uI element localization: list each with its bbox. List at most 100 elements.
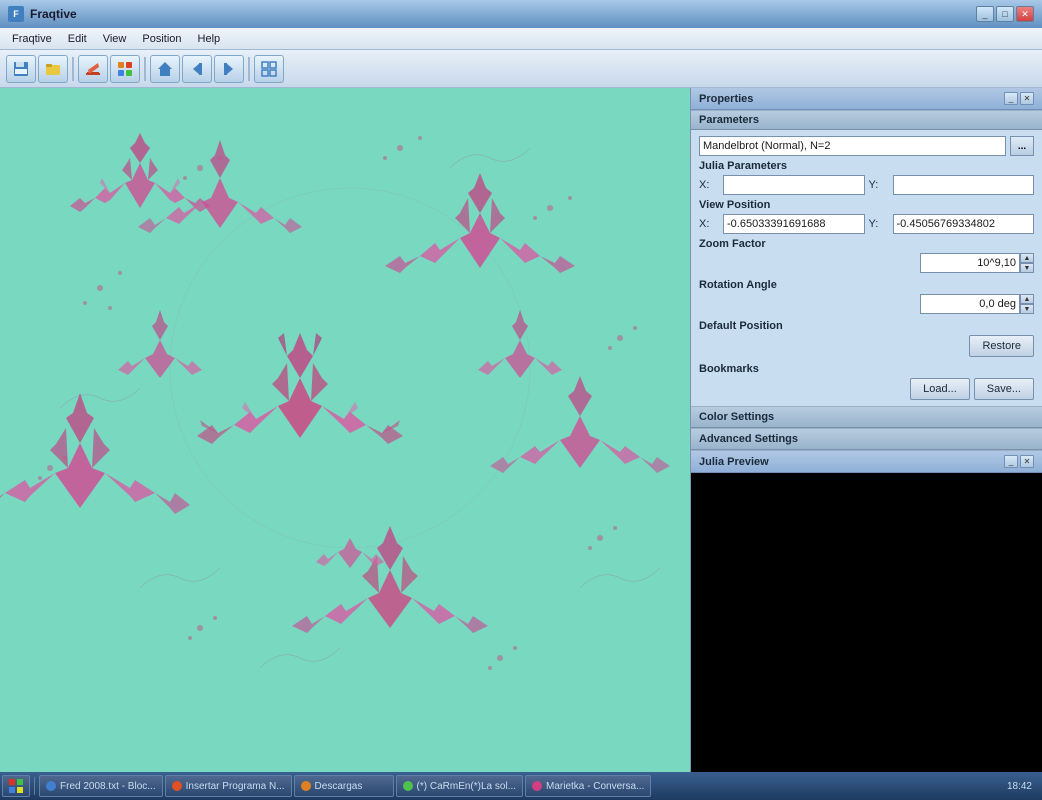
start-button[interactable] xyxy=(2,775,30,797)
app-icon: F xyxy=(8,6,24,22)
julia-x-input[interactable] xyxy=(723,175,865,195)
edit-button[interactable] xyxy=(78,55,108,83)
zoom-row: ▲ ▼ xyxy=(699,253,1034,273)
toolbar-separator-1 xyxy=(72,57,74,81)
taskbar: Fred 2008.txt - Bloc... Insertar Program… xyxy=(0,772,1042,800)
fractal-type-browse-button[interactable]: ... xyxy=(1010,136,1034,156)
taskbar-dot-0 xyxy=(46,781,56,791)
zoom-up-button[interactable]: ▲ xyxy=(1020,253,1034,263)
close-button[interactable]: ✕ xyxy=(1016,6,1034,22)
view-x-input[interactable] xyxy=(723,214,865,234)
forward-button[interactable] xyxy=(214,55,244,83)
right-panel: Properties _ ✕ Parameters ... xyxy=(690,88,1042,780)
properties-content[interactable]: Parameters ... Julia Parameters X: Y: xyxy=(691,110,1042,450)
julia-y-label: Y: xyxy=(869,179,889,191)
bookmarks-label: Bookmarks xyxy=(699,363,1034,375)
back-button[interactable] xyxy=(182,55,212,83)
properties-close-button[interactable]: ✕ xyxy=(1020,92,1034,105)
maximize-button[interactable]: □ xyxy=(996,6,1014,22)
taskbar-clock: 18:42 xyxy=(1007,781,1040,792)
taskbar-item-3[interactable]: (*) CaRmEn(*)La sol... xyxy=(396,775,523,797)
julia-params-label: Julia Parameters xyxy=(699,160,1034,172)
julia-panel: Julia Preview _ ✕ xyxy=(691,450,1042,780)
julia-minimize-button[interactable]: _ xyxy=(1004,455,1018,468)
julia-close-button[interactable]: ✕ xyxy=(1020,455,1034,468)
julia-header: Julia Preview _ ✕ xyxy=(691,450,1042,473)
view-y-label: Y: xyxy=(869,218,889,230)
default-position-row: Restore xyxy=(699,335,1034,357)
taskbar-label-3: (*) CaRmEn(*)La sol... xyxy=(417,781,516,792)
app-title: Fraqtive xyxy=(30,7,970,21)
taskbar-dot-4 xyxy=(532,781,542,791)
zoom-input[interactable] xyxy=(920,253,1020,273)
home-button[interactable] xyxy=(150,55,180,83)
menu-bar: Fraqtive Edit View Position Help xyxy=(0,28,1042,50)
julia-canvas[interactable] xyxy=(691,473,1042,780)
view-position-label: View Position xyxy=(699,199,1034,211)
fractal-image xyxy=(0,88,690,780)
view-position-row: X: Y: xyxy=(699,214,1034,234)
color-button[interactable] xyxy=(110,55,140,83)
menu-edit[interactable]: Edit xyxy=(60,31,95,47)
menu-help[interactable]: Help xyxy=(190,31,229,47)
menu-position[interactable]: Position xyxy=(134,31,189,47)
properties-title: Properties xyxy=(699,93,753,105)
zoom-spinner: ▲ ▼ xyxy=(1020,253,1034,273)
taskbar-label-4: Marietka - Conversa... xyxy=(546,781,644,792)
parameters-section-header[interactable]: Parameters xyxy=(691,110,1042,130)
toolbar-separator-3 xyxy=(248,57,250,81)
load-button[interactable]: Load... xyxy=(910,378,970,400)
taskbar-label-1: Insertar Programa N... xyxy=(186,781,285,792)
rotation-label: Rotation Angle xyxy=(699,279,1034,291)
properties-minimize-button[interactable]: _ xyxy=(1004,92,1018,105)
view-x-label: X: xyxy=(699,218,719,230)
main-area: Properties _ ✕ Parameters ... xyxy=(0,88,1042,780)
minimize-button[interactable]: _ xyxy=(976,6,994,22)
taskbar-item-2[interactable]: Descargas xyxy=(294,775,394,797)
title-bar: F Fraqtive _ □ ✕ xyxy=(0,0,1042,28)
julia-params-row: X: Y: xyxy=(699,175,1034,195)
taskbar-dot-3 xyxy=(403,781,413,791)
parameters-section-content: ... Julia Parameters X: Y: View Position… xyxy=(691,130,1042,406)
window-controls: _ □ ✕ xyxy=(976,6,1034,22)
rotation-row: ▲ ▼ xyxy=(699,294,1034,314)
taskbar-dot-1 xyxy=(172,781,182,791)
taskbar-dot-2 xyxy=(301,781,311,791)
properties-controls: _ ✕ xyxy=(1004,92,1034,105)
restore-button[interactable]: Restore xyxy=(969,335,1034,357)
toolbar xyxy=(0,50,1042,88)
taskbar-separator xyxy=(34,777,35,795)
menu-fraqtive[interactable]: Fraqtive xyxy=(4,31,60,47)
rotation-spinner: ▲ ▼ xyxy=(1020,294,1034,314)
properties-header: Properties _ ✕ xyxy=(691,88,1042,110)
menu-view[interactable]: View xyxy=(95,31,135,47)
taskbar-item-4[interactable]: Marietka - Conversa... xyxy=(525,775,651,797)
advanced-settings-header[interactable]: Advanced Settings xyxy=(691,428,1042,450)
taskbar-label-2: Descargas xyxy=(315,781,363,792)
taskbar-item-1[interactable]: Insertar Programa N... xyxy=(165,775,292,797)
view-y-input[interactable] xyxy=(893,214,1035,234)
toolbar-separator-2 xyxy=(144,57,146,81)
save-button[interactable] xyxy=(6,55,36,83)
julia-x-label: X: xyxy=(699,179,719,191)
rotation-down-button[interactable]: ▼ xyxy=(1020,304,1034,314)
open-button[interactable] xyxy=(38,55,68,83)
zoom-label: Zoom Factor xyxy=(699,238,1034,250)
fractal-type-input[interactable] xyxy=(699,136,1006,156)
zoom-down-button[interactable]: ▼ xyxy=(1020,263,1034,273)
rotation-up-button[interactable]: ▲ xyxy=(1020,294,1034,304)
julia-y-input[interactable] xyxy=(893,175,1035,195)
fractal-canvas[interactable] xyxy=(0,88,690,780)
julia-title: Julia Preview xyxy=(699,456,769,468)
color-settings-header[interactable]: Color Settings xyxy=(691,406,1042,428)
rotation-input[interactable] xyxy=(920,294,1020,314)
default-position-label: Default Position xyxy=(699,320,1034,332)
view-button[interactable] xyxy=(254,55,284,83)
bookmarks-row: Load... Save... xyxy=(699,378,1034,400)
taskbar-item-0[interactable]: Fred 2008.txt - Bloc... xyxy=(39,775,163,797)
fractal-type-row: ... xyxy=(699,136,1034,156)
taskbar-label-0: Fred 2008.txt - Bloc... xyxy=(60,781,156,792)
julia-controls: _ ✕ xyxy=(1004,455,1034,468)
properties-panel: Properties _ ✕ Parameters ... xyxy=(691,88,1042,450)
save-bookmark-button[interactable]: Save... xyxy=(974,378,1034,400)
